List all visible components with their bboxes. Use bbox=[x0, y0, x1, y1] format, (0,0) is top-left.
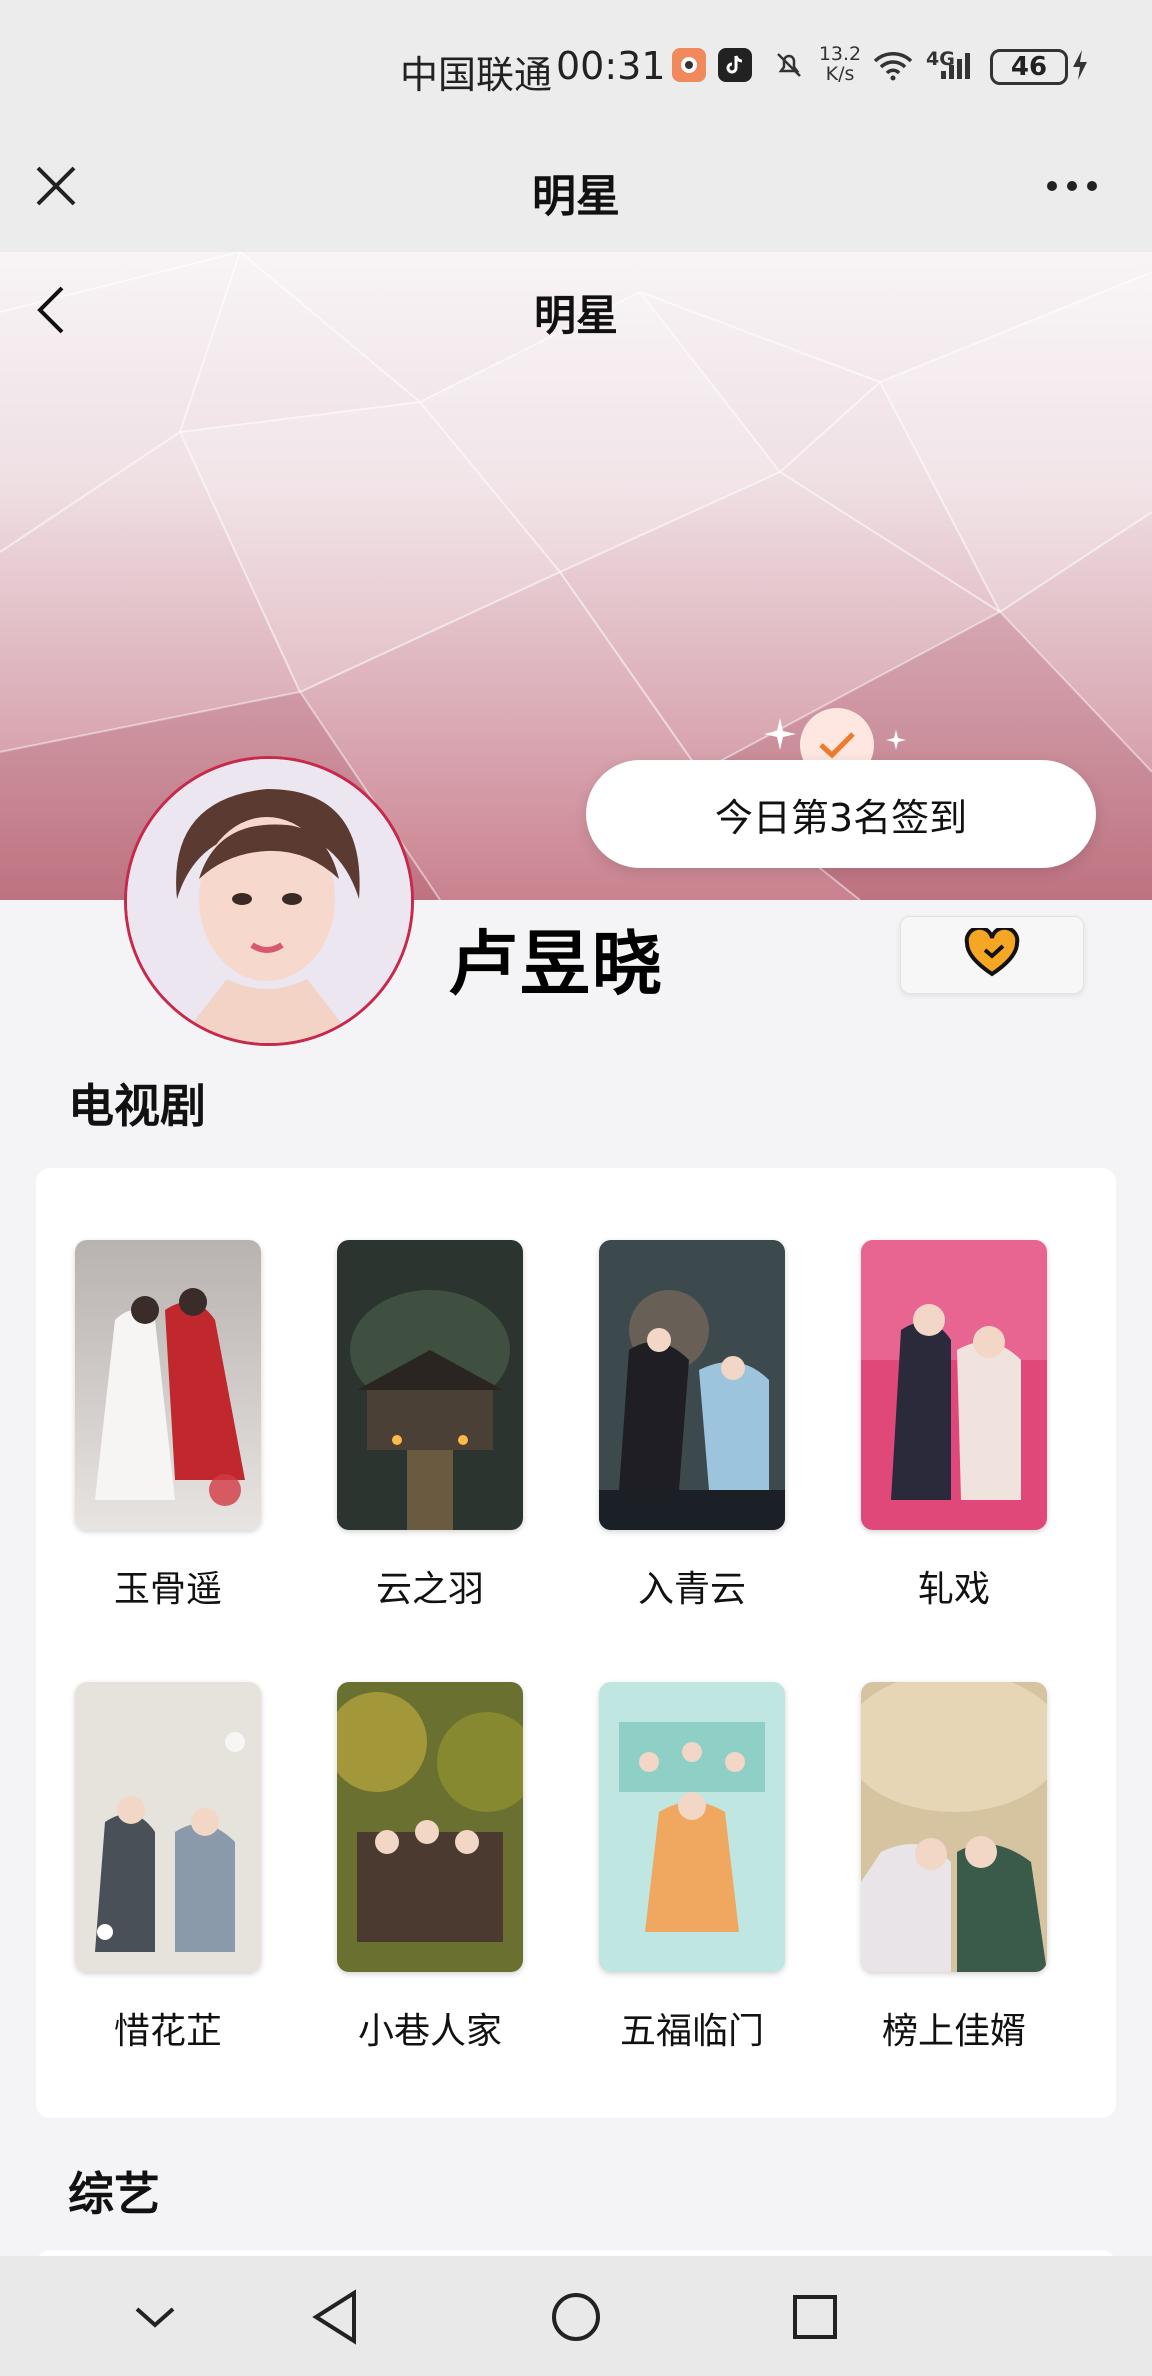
checkin-button[interactable]: 今日第3名签到 bbox=[586, 760, 1096, 868]
sparkle-icon bbox=[884, 728, 908, 756]
drama-item[interactable]: 惜花芷 bbox=[75, 1682, 261, 2054]
drama-poster[interactable] bbox=[599, 1240, 785, 1530]
drama-poster[interactable] bbox=[337, 1240, 523, 1530]
mute-icon bbox=[772, 48, 806, 82]
drama-item[interactable]: 云之羽 bbox=[337, 1240, 523, 1612]
tiktok-icon bbox=[718, 48, 752, 82]
home-circle-icon[interactable] bbox=[541, 2282, 611, 2352]
drama-title: 惜花芷 bbox=[113, 2011, 222, 2052]
net-speed-value: 13.2 bbox=[818, 43, 862, 65]
star-name: 卢昱晓 bbox=[448, 923, 664, 1005]
avatar[interactable] bbox=[124, 756, 414, 1046]
status-bar: 中国联通 00:31 13.2 K/s 4G 46 bbox=[0, 0, 1152, 130]
charging-icon bbox=[1068, 48, 1092, 82]
drama-title: 五福临门 bbox=[619, 2011, 764, 2052]
recents-square-icon[interactable] bbox=[780, 2282, 850, 2352]
drama-title: 云之羽 bbox=[375, 1569, 484, 1610]
back-triangle-icon[interactable] bbox=[300, 2282, 370, 2352]
variety-section-title: 综艺 bbox=[68, 2167, 160, 2221]
drama-poster[interactable] bbox=[861, 1682, 1047, 1972]
drama-item[interactable]: 榜上佳婿 bbox=[861, 1682, 1047, 2054]
clock: 00:31 bbox=[556, 44, 666, 88]
tv-section-title: 电视剧 bbox=[68, 1079, 206, 1133]
drama-poster[interactable] bbox=[337, 1682, 523, 1972]
net-speed: 13.2 K/s bbox=[818, 44, 862, 84]
sparkle-icon bbox=[760, 714, 800, 758]
follow-button[interactable] bbox=[900, 916, 1084, 994]
drama-item[interactable]: 玉骨遥 bbox=[75, 1240, 261, 1612]
drama-poster[interactable] bbox=[75, 1240, 261, 1530]
battery-level: 46 bbox=[1010, 52, 1048, 82]
page-title: 明星 bbox=[532, 171, 620, 222]
carrier-label: 中国联通 bbox=[400, 53, 553, 97]
wifi-icon bbox=[870, 48, 916, 82]
more-icon[interactable] bbox=[1044, 176, 1100, 196]
drama-card: 玉骨遥 云之羽 入青云 轧戏 惜花芷 小巷人家 五福临门 榜上佳婿 bbox=[36, 1168, 1116, 2118]
top-nav: 明星 bbox=[0, 130, 1152, 252]
signal-icon bbox=[934, 48, 980, 82]
drama-title: 玉骨遥 bbox=[113, 1569, 222, 1610]
drama-item[interactable]: 小巷人家 bbox=[337, 1682, 523, 2054]
drama-title: 小巷人家 bbox=[357, 2011, 502, 2052]
checkin-text: 今日第3名签到 bbox=[714, 795, 968, 840]
drama-item[interactable]: 五福临门 bbox=[599, 1682, 785, 2054]
drama-title: 轧戏 bbox=[917, 1569, 990, 1610]
system-nav-bar bbox=[0, 2256, 1152, 2376]
net-speed-unit: K/s bbox=[825, 63, 855, 85]
drama-poster[interactable] bbox=[599, 1682, 785, 1972]
drama-item[interactable]: 轧戏 bbox=[861, 1240, 1047, 1612]
drama-item[interactable]: 入青云 bbox=[599, 1240, 785, 1612]
battery-icon: 46 bbox=[990, 49, 1068, 85]
drama-poster[interactable] bbox=[861, 1240, 1047, 1530]
app-notification-icon bbox=[672, 48, 706, 82]
drama-poster[interactable] bbox=[75, 1682, 261, 1972]
heart-icon bbox=[963, 925, 1021, 982]
drama-title: 榜上佳婿 bbox=[881, 2011, 1026, 2052]
down-chevron-icon[interactable] bbox=[120, 2282, 190, 2352]
drama-title: 入青云 bbox=[637, 1569, 746, 1610]
banner-title: 明星 bbox=[533, 291, 618, 340]
